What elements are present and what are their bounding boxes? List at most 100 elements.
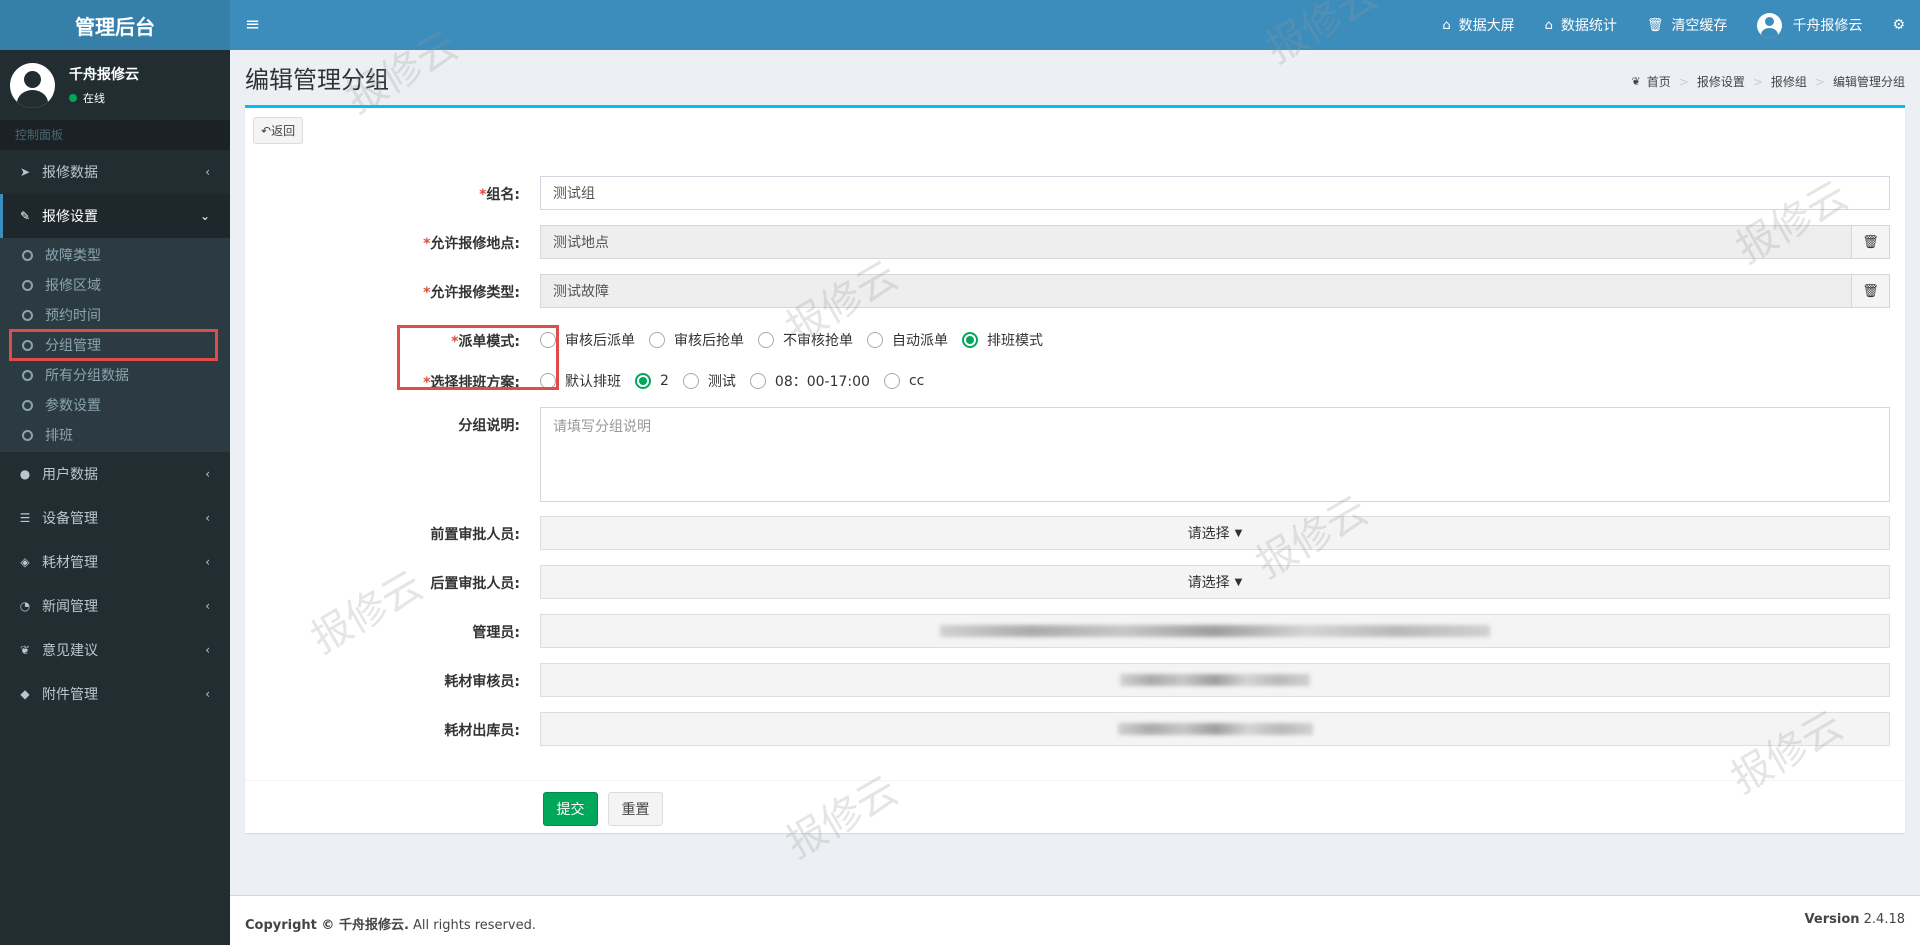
pre-approver-select[interactable]: 请选择 ▼ xyxy=(540,516,1890,550)
circle-icon xyxy=(22,249,33,261)
chevron-left-icon: ‹ xyxy=(205,599,210,613)
avatar xyxy=(10,62,55,108)
clear-type-button[interactable]: 🗑 xyxy=(1851,274,1890,308)
sidebar-item-repair-data[interactable]: ➤ 报修数据 ‹ xyxy=(0,150,230,194)
location-input[interactable]: 测试地点 xyxy=(540,225,1852,259)
chevron-left-icon: ‹ xyxy=(205,165,210,179)
breadcrumb-settings[interactable]: 报修设置 xyxy=(1697,73,1745,90)
material-outbound-select[interactable] xyxy=(540,712,1890,746)
form-footer: 提交 重置 xyxy=(245,780,1905,836)
sidebar-subitem-scheduling[interactable]: 排班 xyxy=(0,420,230,450)
sidebar: 管理后台 千舟报修云 在线 控制面板 ➤ 报修数据 ‹ ✎ 报修设置 ⌄ 故障类… xyxy=(0,0,230,945)
sidebar-subitem-appointment-time[interactable]: 预约时间 xyxy=(0,300,230,330)
breadcrumb: ❦ 首页 > 报修设置 > 报修组 > 编辑管理分组 xyxy=(1631,73,1905,90)
user-name: 千舟报修云 xyxy=(69,67,139,83)
sidebar-item-material-mgmt[interactable]: ◈ 耗材管理 ‹ xyxy=(0,540,230,584)
radio-icon xyxy=(883,373,900,389)
schedule-option-5[interactable]: cc xyxy=(883,373,924,389)
dispatch-option-2[interactable]: 审核后抢单 xyxy=(649,330,744,350)
chevron-left-icon: ‹ xyxy=(205,643,210,657)
sidebar-subitem-group-mgmt[interactable]: 分组管理 xyxy=(9,329,218,361)
sidebar-item-attachment-mgmt[interactable]: ◆ 附件管理 ‹ xyxy=(0,672,230,716)
big-screen-link[interactable]: ⌂ 数据大屏 xyxy=(1427,15,1529,35)
trash-icon: 🗑 xyxy=(1862,234,1879,250)
submit-button[interactable]: 提交 xyxy=(543,792,598,826)
material-reviewer-label: 耗材审核员: xyxy=(444,674,520,690)
circle-icon xyxy=(22,339,33,351)
sidebar-subitem-repair-area[interactable]: 报修区域 xyxy=(0,270,230,300)
chevron-left-icon: ‹ xyxy=(205,555,210,569)
redacted-content xyxy=(940,625,1490,637)
schedule-option-3[interactable]: 测试 xyxy=(682,371,736,391)
sidebar-header: 控制面板 xyxy=(0,120,230,150)
caret-down-icon: ▼ xyxy=(1234,527,1243,539)
group-name-input[interactable]: 测试组 xyxy=(540,176,1890,210)
dispatch-option-4[interactable]: 自动派单 xyxy=(867,330,948,350)
online-dot-icon xyxy=(69,94,77,102)
sidebar-subitem-all-group-data[interactable]: 所有分组数据 xyxy=(0,360,230,390)
dispatch-option-3[interactable]: 不审核抢单 xyxy=(758,330,853,350)
post-approver-label: 后置审批人员: xyxy=(430,576,520,592)
reset-button[interactable]: 重置 xyxy=(608,792,663,826)
home-icon: ⌂ xyxy=(1544,17,1553,33)
description-textarea[interactable]: 请填写分组说明 xyxy=(540,407,1890,502)
gears-icon: ⚙ xyxy=(1892,17,1905,33)
breadcrumb-current: 编辑管理分组 xyxy=(1832,75,1905,89)
radio-icon xyxy=(758,332,774,348)
home-icon: ⌂ xyxy=(1442,17,1451,33)
sidebar-subitem-fault-type[interactable]: 故障类型 xyxy=(0,240,230,270)
chevron-left-icon: ‹ xyxy=(205,687,210,701)
sidebar-subitem-param-settings[interactable]: 参数设置 xyxy=(0,390,230,420)
post-approver-select[interactable]: 请选择 ▼ xyxy=(540,565,1890,599)
chevron-down-icon: ⌄ xyxy=(199,209,210,223)
radio-icon xyxy=(749,373,766,389)
leaf-icon: ❦ xyxy=(1631,75,1641,88)
schedule-option-4[interactable]: 08：00-17:00 xyxy=(749,371,870,391)
dispatch-option-5[interactable]: 排班模式 xyxy=(962,330,1043,350)
user-menu[interactable]: 千舟报修云 xyxy=(1742,12,1877,38)
redacted-content xyxy=(1117,723,1313,735)
paper-plane-icon: ➤ xyxy=(19,165,31,179)
sidebar-item-user-data[interactable]: ● 用户数据 ‹ xyxy=(0,452,230,496)
page-footer: Copyright © 千舟报修云. All rights reserved. … xyxy=(230,895,1920,945)
breadcrumb-group[interactable]: 报修组 xyxy=(1771,73,1807,90)
user-status: 在线 xyxy=(69,90,139,106)
wrench-icon: ✎ xyxy=(19,209,31,223)
clear-cache-link[interactable]: 🗑 清空缓存 xyxy=(1632,15,1743,35)
radio-icon xyxy=(682,373,699,389)
menu-toggle-icon[interactable]: ≡ xyxy=(245,14,260,35)
avatar xyxy=(1757,12,1783,38)
settings-link[interactable]: ⚙ xyxy=(1877,17,1920,33)
form-box: ↶ 返回 *组名: 测试组 *允许报修地点: 测试地点 🗑 *允许报修类型: 测… xyxy=(245,105,1905,833)
admin-select[interactable] xyxy=(540,614,1890,648)
type-label: *允许报修类型: xyxy=(423,285,520,301)
type-input[interactable]: 测试故障 xyxy=(540,274,1852,308)
breadcrumb-home[interactable]: 首页 xyxy=(1647,73,1671,90)
page-title: 编辑管理分组 xyxy=(245,66,389,94)
caret-down-icon: ▼ xyxy=(1234,576,1243,588)
material-reviewer-select[interactable] xyxy=(540,663,1890,697)
schedule-option-2[interactable]: 2 xyxy=(635,373,669,389)
leaf-icon: ❦ xyxy=(19,643,31,657)
version: Version 2.4.18 xyxy=(1804,912,1905,927)
sidebar-item-feedback[interactable]: ❦ 意见建议 ‹ xyxy=(0,628,230,672)
rss-icon: ◔ xyxy=(19,599,31,613)
pre-approver-label: 前置审批人员: xyxy=(430,527,520,543)
admin-label: 管理员: xyxy=(472,625,520,641)
material-outbound-label: 耗材出库员: xyxy=(444,723,520,739)
sidebar-item-device-mgmt[interactable]: ☰ 设备管理 ‹ xyxy=(0,496,230,540)
chevron-left-icon: ‹ xyxy=(205,467,210,481)
sidebar-item-repair-settings[interactable]: ✎ 报修设置 ⌄ xyxy=(0,194,230,238)
back-button[interactable]: ↶ 返回 xyxy=(253,117,304,144)
logo[interactable]: 管理后台 xyxy=(0,0,230,50)
clear-location-button[interactable]: 🗑 xyxy=(1851,225,1890,259)
circle-icon xyxy=(22,279,33,291)
cube-icon: ◈ xyxy=(20,555,30,569)
tags-icon: ◆ xyxy=(20,687,30,701)
schedule-radio-group: 默认排班 2 测试 08：00-17:00 cc xyxy=(540,371,938,391)
sidebar-item-news-mgmt[interactable]: ◔ 新闻管理 ‹ xyxy=(0,584,230,628)
redacted-content xyxy=(1120,674,1310,686)
user-panel: 千舟报修云 在线 xyxy=(0,50,230,120)
statistics-link[interactable]: ⌂ 数据统计 xyxy=(1530,15,1632,35)
radio-checked-icon xyxy=(962,332,978,348)
